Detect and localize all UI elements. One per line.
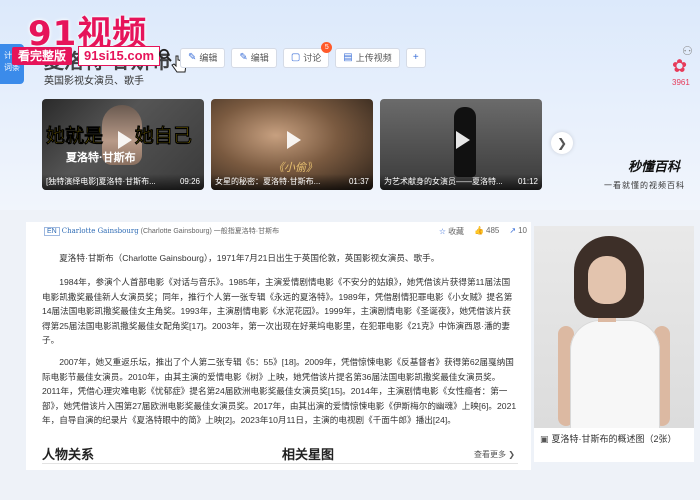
discuss-button[interactable]: ▢ 讨论 5 — [282, 42, 333, 68]
video-3-title: 为艺术献身的女演员——夏洛特... — [384, 177, 503, 186]
play-icon — [287, 131, 301, 150]
profile-photo-card[interactable]: ▣ 夏洛特·甘斯布的概述图（2张） — [534, 226, 694, 462]
video-1-name: 夏洛特·甘斯布 — [66, 152, 136, 164]
career-paragraph-1: 1984年，参演个人首部电影《对话与音乐》。1985年，主演爱情剧情电影《不安分… — [42, 277, 513, 346]
plus-icon: + — [412, 52, 419, 63]
edit-button-2[interactable]: ✎ 编辑 — [231, 48, 277, 68]
section-divider — [42, 463, 518, 464]
video-2-overlay: 《小偷》 — [273, 162, 317, 174]
photo-caption[interactable]: ▣ 夏洛特·甘斯布的概述图（2张） — [540, 433, 690, 446]
pencil-icon: ✎ — [239, 52, 248, 63]
pencil-icon: ✎ — [188, 52, 197, 63]
brand-logo: 秒懂百科 — [628, 159, 681, 174]
star-map-heading: 相关星图 — [282, 447, 335, 462]
entry-subtitle: 英国影视女演员、歌手 — [44, 76, 144, 87]
entry-actions: ☆ 收藏 👍 485 ↗ 10 — [439, 226, 527, 237]
play-icon — [118, 131, 132, 150]
video-icon: ▤ — [343, 52, 353, 63]
video-next-button[interactable]: ❯ — [551, 132, 573, 154]
add-button[interactable]: + — [405, 48, 426, 68]
video-2-duration: 01:37 — [348, 177, 369, 186]
upload-video-button[interactable]: ▤ 上传视频 — [335, 48, 400, 68]
rose-icon[interactable]: ✿ — [672, 56, 687, 77]
entry-toolbar: ✎ 编辑 ✎ 编辑 ▢ 讨论 5 ▤ 上传视频 + — [180, 42, 426, 68]
watermark-pill: 看完整版 — [12, 47, 73, 65]
career-paragraph-2: 2007年，她又重返乐坛，推出了个人第二张专辑《5：55》[18]。2009年，… — [42, 357, 517, 426]
edit-button[interactable]: ✎ 编辑 — [180, 48, 226, 68]
entry-name-line: EN Charlotte Gainsbourg (Charlotte Gainsb… — [44, 226, 279, 236]
latin-name-paren: (Charlotte Gainsbourg) — [140, 228, 212, 235]
entry-meta-row: EN Charlotte Gainsbourg (Charlotte Gainsb… — [26, 226, 531, 240]
page-bottom — [0, 470, 700, 500]
profile-photo[interactable] — [534, 226, 694, 428]
video-1-duration: 09:26 — [179, 177, 200, 186]
collect-button[interactable]: ☆ 收藏 — [439, 226, 464, 237]
rose-count: 3961 — [672, 78, 690, 87]
relations-heading: 人物关系 — [42, 447, 95, 462]
discuss-count-badge: 5 — [321, 42, 333, 53]
entry-desc: 一般指夏洛特·甘斯布 — [211, 228, 280, 235]
chevron-right-icon: ❯ — [556, 136, 568, 150]
chat-icon: ▢ — [290, 52, 301, 63]
star-icon: ☆ — [438, 227, 447, 236]
video-1-title: [独特演绎电影]夏洛特·甘斯布... — [46, 177, 156, 186]
latin-name: Charlotte Gainsbourg — [61, 227, 139, 235]
summary-paragraph: 夏洛特·甘斯布（Charlotte Gainsbourg），1971年7月21日… — [59, 253, 440, 263]
video-thumb-1[interactable]: 她就是 她自己 夏洛特·甘斯布 [独特演绎电影]夏洛特·甘斯布... 09:26 — [42, 99, 204, 190]
video-thumb-2[interactable]: 《小偷》 女星的秘密：夏洛特·甘斯布... 01:37 — [211, 99, 373, 190]
gallery-icon: ▣ — [540, 434, 549, 444]
like-button[interactable]: 👍 485 — [474, 226, 499, 237]
watermark-url: 91si15.com — [78, 46, 161, 66]
thumbs-up-icon: 👍 — [474, 226, 485, 235]
video-2-title: 女星的秘密：夏洛特·甘斯布... — [215, 177, 321, 186]
video-3-duration: 01:12 — [517, 177, 538, 186]
brand-tagline: 一看就懂的视频百科 — [604, 181, 685, 190]
share-icon: ↗ — [509, 226, 517, 235]
lang-tag[interactable]: EN — [44, 227, 60, 236]
play-icon — [456, 131, 470, 150]
share-button[interactable]: ↗ 10 — [509, 226, 527, 237]
video-thumb-3[interactable]: 为艺术献身的女演员——夏洛特... 01:12 — [380, 99, 542, 190]
view-more-link[interactable]: 查看更多 ❯ — [474, 449, 515, 460]
